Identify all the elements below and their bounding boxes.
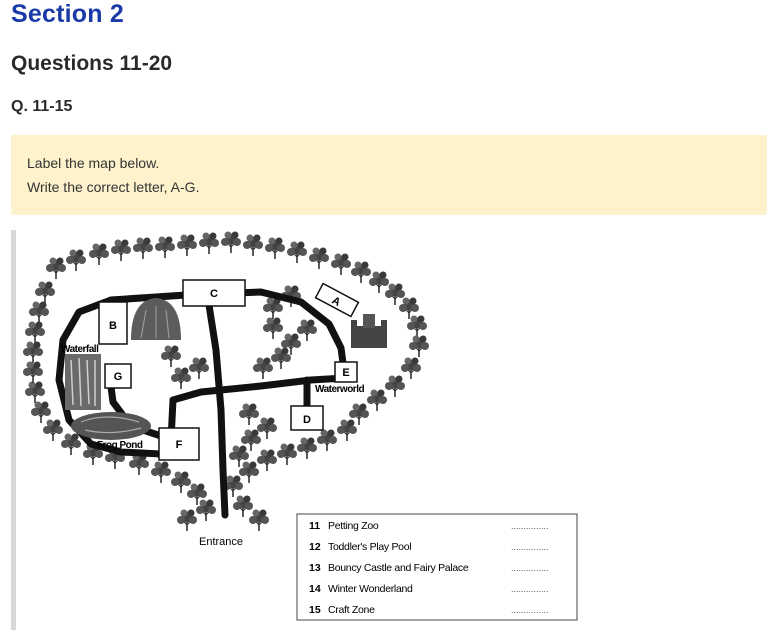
label-box-c-text: C — [210, 288, 218, 300]
park-map: A B C D E F G Waterfall Waterworld Frog — [11, 230, 594, 630]
answer-text: Toddler's Play Pool — [328, 541, 411, 553]
questions-title: Questions 11-20 — [11, 52, 173, 75]
scan-edge — [11, 230, 16, 630]
waterfall-label: Waterfall — [61, 344, 99, 355]
label-box-d: D — [290, 405, 324, 431]
answer-text: Craft Zone — [328, 604, 375, 616]
instruction-box: Label the map below. Write the correct l… — [11, 135, 767, 215]
label-box-e: E — [334, 361, 358, 383]
answer-blank: ............... — [511, 521, 549, 531]
frog-pond-feature — [71, 412, 151, 440]
section-title: Section 2 — [11, 0, 124, 28]
label-box-f-text: F — [176, 439, 183, 451]
castle-feature — [351, 314, 387, 348]
label-box-b: B — [98, 301, 128, 345]
answer-text: Petting Zoo — [328, 520, 379, 532]
frog-pond-label: Frog Pond — [97, 440, 143, 451]
answer-row-13: 13 Bouncy Castle and Fairy Palace ......… — [309, 562, 549, 574]
answer-blank: ............... — [511, 563, 549, 573]
answer-blank: ............... — [511, 605, 549, 615]
answer-text: Bouncy Castle and Fairy Palace — [328, 562, 469, 574]
label-box-f: F — [158, 427, 200, 461]
instruction-line-2: Write the correct letter, A-G. — [27, 179, 200, 195]
answer-number: 12 — [309, 541, 321, 553]
answer-number: 11 — [309, 520, 320, 532]
label-box-c: C — [182, 279, 246, 307]
question-range: Q. 11-15 — [11, 98, 73, 115]
label-box-a: A — [314, 282, 360, 318]
label-box-g-text: G — [114, 371, 123, 383]
waterworld-label: Waterworld — [315, 384, 364, 395]
label-box-g: G — [104, 363, 132, 389]
park-map-svg: A B C D E F G Waterfall Waterworld Frog — [11, 230, 578, 630]
answer-number: 14 — [309, 583, 321, 595]
waterfall-feature — [65, 354, 101, 410]
label-box-d-text: D — [303, 414, 311, 426]
answer-blank: ............... — [511, 542, 549, 552]
answer-number: 13 — [309, 562, 321, 574]
answer-text: Winter Wonderland — [328, 583, 413, 595]
answer-key-box: 11 Petting Zoo ............... 12 Toddle… — [296, 513, 578, 621]
instruction-line-1: Label the map below. — [27, 155, 160, 171]
label-box-e-text: E — [342, 367, 349, 379]
answer-number: 15 — [309, 604, 321, 616]
label-box-b-text: B — [109, 320, 117, 332]
entrance-label: Entrance — [199, 536, 243, 548]
rock-feature — [131, 298, 181, 340]
answer-blank: ............... — [511, 584, 549, 594]
